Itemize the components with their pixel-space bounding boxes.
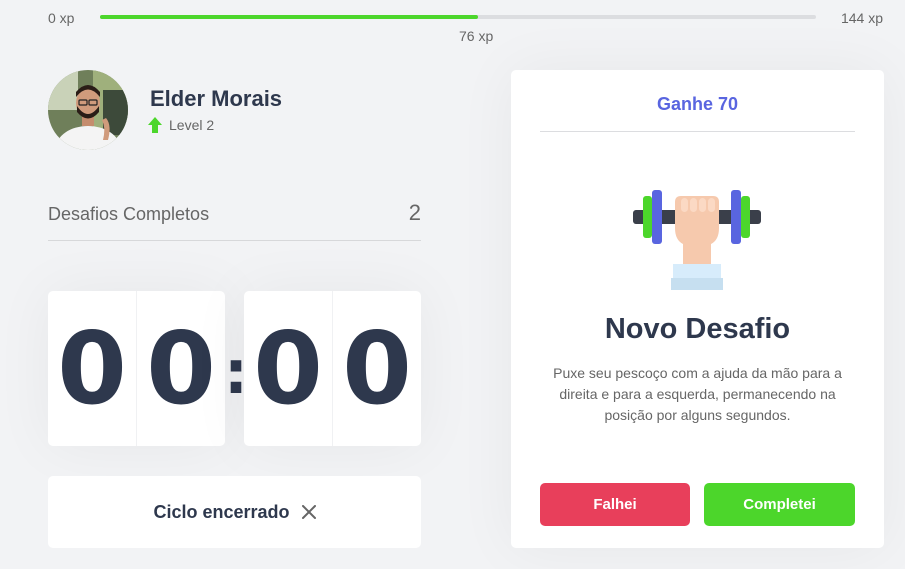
- xp-min-label: 0 xp: [48, 10, 75, 26]
- failed-button[interactable]: Falhei: [540, 483, 690, 526]
- countdown-minute-tens: 0: [48, 291, 137, 446]
- app-page: 0 xp 76 xp 144 xp Elder Morais Level 2 D…: [0, 0, 905, 569]
- completed-challenges: Desafios Completos 2: [48, 200, 421, 241]
- challenge-reward: Ganhe 70: [540, 94, 855, 132]
- profile-level-label: Level 2: [169, 117, 215, 133]
- challenge-title: Novo Desafio: [604, 313, 791, 345]
- cycle-ended-button[interactable]: Ciclo encerrado: [48, 476, 421, 548]
- completed-challenges-count: 2: [408, 200, 421, 225]
- avatar-photo: [48, 70, 128, 150]
- dumbbell-body-icon: [633, 190, 761, 290]
- close-icon: [301, 505, 316, 519]
- xp-progress-fill: [100, 15, 479, 19]
- countdown-second-units: 0: [342, 310, 412, 427]
- cycle-ended-label: Ciclo encerrado: [153, 501, 290, 522]
- profile-name: Elder Morais: [150, 86, 283, 111]
- xp-max-label: 144 xp: [840, 10, 883, 26]
- xp-progress-bar: [100, 15, 816, 19]
- profile-level: Level 2: [148, 117, 214, 133]
- completed-challenges-label: Desafios Completos: [48, 204, 210, 224]
- challenge-card: Ganhe 70 Novo Desafio Puxe seu pescoço c…: [511, 70, 884, 548]
- xp-current-label: 76 xp: [459, 28, 494, 44]
- completed-button[interactable]: Completei: [704, 483, 855, 526]
- challenge-description: Puxe seu pescoço com a ajuda da mão para…: [553, 365, 842, 423]
- countdown-second-tens: 0: [244, 291, 333, 446]
- countdown-minutes: 0 0: [48, 291, 225, 446]
- avatar: [48, 70, 128, 150]
- countdown-separator: :: [224, 338, 248, 408]
- countdown-minute-units: 0: [146, 310, 216, 427]
- level-up-arrow-icon: [148, 117, 162, 133]
- countdown-seconds: 0 0: [244, 291, 421, 446]
